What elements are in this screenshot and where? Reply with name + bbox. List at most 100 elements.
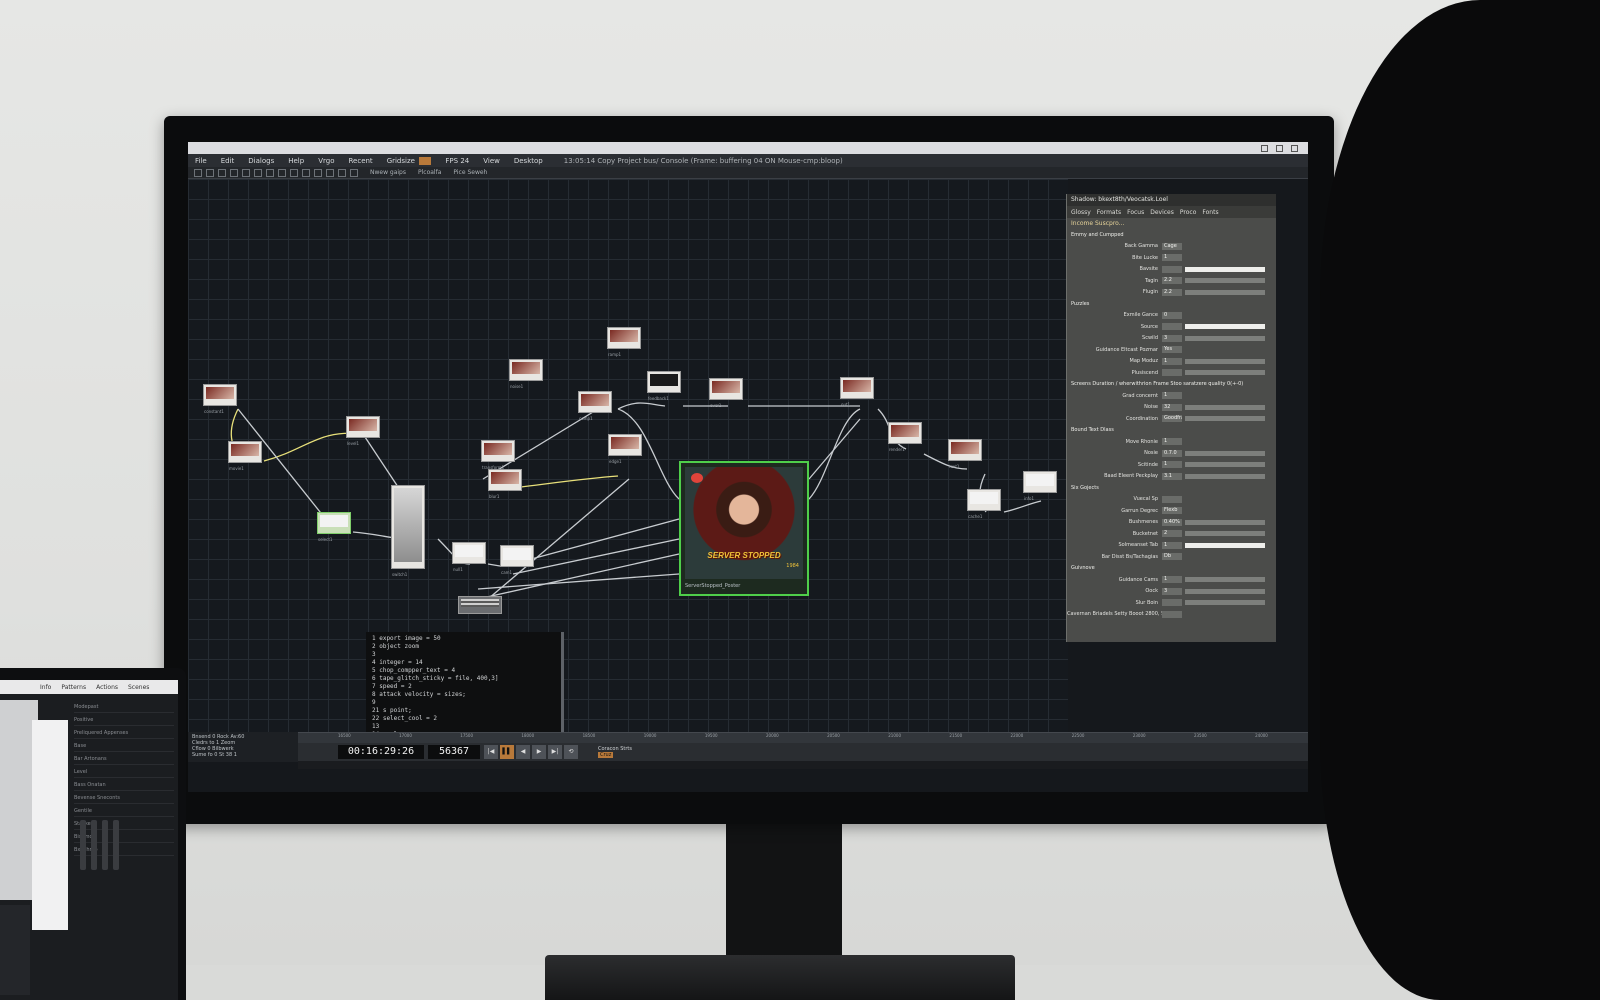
parameter-value[interactable] (1162, 610, 1182, 618)
parameter-row[interactable]: Tagin 2.2 (1067, 275, 1276, 287)
parameter-value[interactable]: 1 (1162, 461, 1182, 469)
parameter-tab[interactable]: Proco (1180, 209, 1197, 216)
network-node[interactable]: cam1 (500, 545, 534, 575)
toolbar-button[interactable] (302, 168, 310, 177)
network-node[interactable]: info1 (1023, 471, 1057, 501)
parameter-slider[interactable] (1185, 519, 1265, 525)
toolbar-button[interactable] (230, 168, 238, 177)
parameter-slider[interactable] (1185, 358, 1265, 364)
minimize-icon[interactable] (1261, 144, 1268, 152)
network-node[interactable] (458, 596, 502, 614)
parameter-value[interactable]: 0 (1162, 311, 1182, 319)
parameter-row[interactable]: Slur Boin (1067, 597, 1276, 609)
parameter-value[interactable]: 2 (1162, 530, 1182, 538)
parameter-row[interactable]: Baad Eleent Peckplay 3.1 (1067, 471, 1276, 483)
network-node[interactable]: null1 (452, 542, 486, 572)
network-node[interactable]: cache1 (967, 489, 1001, 519)
toolbar-button[interactable] (326, 168, 334, 177)
parameter-slider[interactable] (1185, 450, 1265, 456)
parameter-row[interactable]: Plusiscend (1067, 367, 1276, 379)
parameter-row[interactable]: Guidance Cams 1 (1067, 574, 1276, 586)
timeline-range-bar[interactable] (298, 761, 1308, 769)
network-node[interactable]: render1 (888, 422, 922, 452)
network-node[interactable]: blur1 (488, 469, 522, 499)
parameter-value[interactable] (1162, 599, 1182, 607)
parameter-slider[interactable] (1185, 416, 1265, 422)
parameter-row[interactable]: Oock 3 (1067, 586, 1276, 598)
network-node[interactable]: comp1 (578, 391, 612, 421)
network-node[interactable]: switch1 (391, 485, 425, 577)
parameter-value[interactable]: 0.40% (1162, 518, 1182, 526)
playback-button[interactable]: ▌▌ (500, 745, 514, 759)
parameter-row[interactable]: Bar Disst Bs/Tachagias Db (1067, 551, 1276, 563)
playback-button[interactable]: ◀ (516, 745, 530, 759)
parameter-row[interactable]: Cavernan Briadels Setty Booot 2800, 5,30… (1067, 609, 1276, 621)
parameter-slider[interactable] (1185, 473, 1265, 479)
network-node[interactable]: constant1 (203, 384, 237, 414)
network-node[interactable]: feedback1 (647, 371, 681, 401)
parameter-row[interactable]: Source (1067, 321, 1276, 333)
parameter-row[interactable]: Grad concernt 1 (1067, 390, 1276, 402)
parameter-tab[interactable]: Focus (1127, 209, 1144, 216)
parameter-value[interactable]: Goodfrance (1162, 415, 1182, 423)
parameter-row[interactable]: Bavsite (1067, 264, 1276, 276)
parameter-row[interactable]: Map Moduz 1 (1067, 356, 1276, 368)
maximize-icon[interactable] (1276, 144, 1283, 152)
parameter-value[interactable] (1162, 369, 1182, 377)
toolbar-field-one[interactable]: Nwew gaips (370, 169, 406, 176)
laptop-menu-item[interactable]: Info (40, 684, 51, 691)
menu-file[interactable]: File (188, 157, 214, 165)
playback-button[interactable]: |◀ (484, 745, 498, 759)
parameter-value[interactable] (1162, 323, 1182, 331)
network-node[interactable]: transform1 (481, 440, 515, 470)
playback-button[interactable]: ▶ (532, 745, 546, 759)
parameter-slider[interactable] (1185, 542, 1265, 548)
toolbar-button[interactable] (338, 168, 346, 177)
toolbar-button[interactable] (194, 168, 202, 177)
playback-button[interactable]: ▶| (548, 745, 562, 759)
timeline[interactable]: 16500 17000 17500 18000 18500 19000 19500 20000… (298, 732, 1308, 769)
parameter-slider[interactable] (1185, 370, 1265, 376)
parameter-row[interactable]: Back Gamma Cage (1067, 241, 1276, 253)
parameter-row[interactable]: Coordination Goodfrance (1067, 413, 1276, 425)
parameter-value[interactable]: 3 (1162, 334, 1182, 342)
laptop-faders[interactable] (80, 820, 140, 870)
parameter-row[interactable]: Noise 32 (1067, 402, 1276, 414)
parameter-row[interactable]: Bushmenes 0.40% (1067, 517, 1276, 529)
menu-recent[interactable]: Recent (341, 157, 379, 165)
network-node[interactable]: over1 (709, 378, 743, 408)
playback-button[interactable]: ⟲ (564, 745, 578, 759)
network-node[interactable]: edge1 (608, 434, 642, 464)
toolbar-button[interactable] (242, 168, 250, 177)
parameter-value[interactable]: Cage (1162, 242, 1182, 250)
laptop-menu-item[interactable]: Actions (96, 684, 118, 691)
parameter-value[interactable]: 0.7.0 (1162, 449, 1182, 457)
toolbar-button[interactable] (350, 168, 358, 177)
close-icon[interactable] (1291, 144, 1298, 152)
parameter-slider[interactable] (1185, 577, 1265, 583)
toolbar-button[interactable] (254, 168, 262, 177)
parameter-slider[interactable] (1185, 600, 1265, 606)
parameter-slider[interactable] (1185, 266, 1265, 272)
network-node[interactable]: noise1 (509, 359, 543, 389)
network-node[interactable]: text1 (948, 439, 982, 469)
toolbar-button[interactable] (290, 168, 298, 177)
menu-help[interactable]: Help (281, 157, 311, 165)
parameter-value[interactable]: 32 (1162, 403, 1182, 411)
parameter-value[interactable]: Db (1162, 553, 1182, 561)
main-output-node[interactable]: SERVER STOPPED 1984 ServerStopped_Poster (679, 461, 809, 596)
parameter-tab[interactable]: Fonts (1202, 209, 1218, 216)
timeline-mode-value[interactable]: Cruz (598, 752, 614, 758)
parameter-value[interactable]: Yes (1162, 346, 1182, 354)
parameter-row[interactable]: Bucketnet 2 (1067, 528, 1276, 540)
parameter-row[interactable]: Exmile Gance 0 (1067, 310, 1276, 322)
parameter-tab[interactable]: Glossy (1071, 209, 1091, 216)
parameter-row[interactable]: Flugin 2.2 (1067, 287, 1276, 299)
toolbar-field-two[interactable]: Plcoalfa (418, 169, 441, 176)
parameter-slider[interactable] (1185, 462, 1265, 468)
parameter-row[interactable]: Nosie 0.7.0 (1067, 448, 1276, 460)
parameter-value[interactable]: 1 (1162, 392, 1182, 400)
laptop-menu-item[interactable]: Scenes (128, 684, 149, 691)
network-node[interactable]: movie1 (228, 441, 262, 471)
parameter-slider[interactable] (1185, 404, 1265, 410)
